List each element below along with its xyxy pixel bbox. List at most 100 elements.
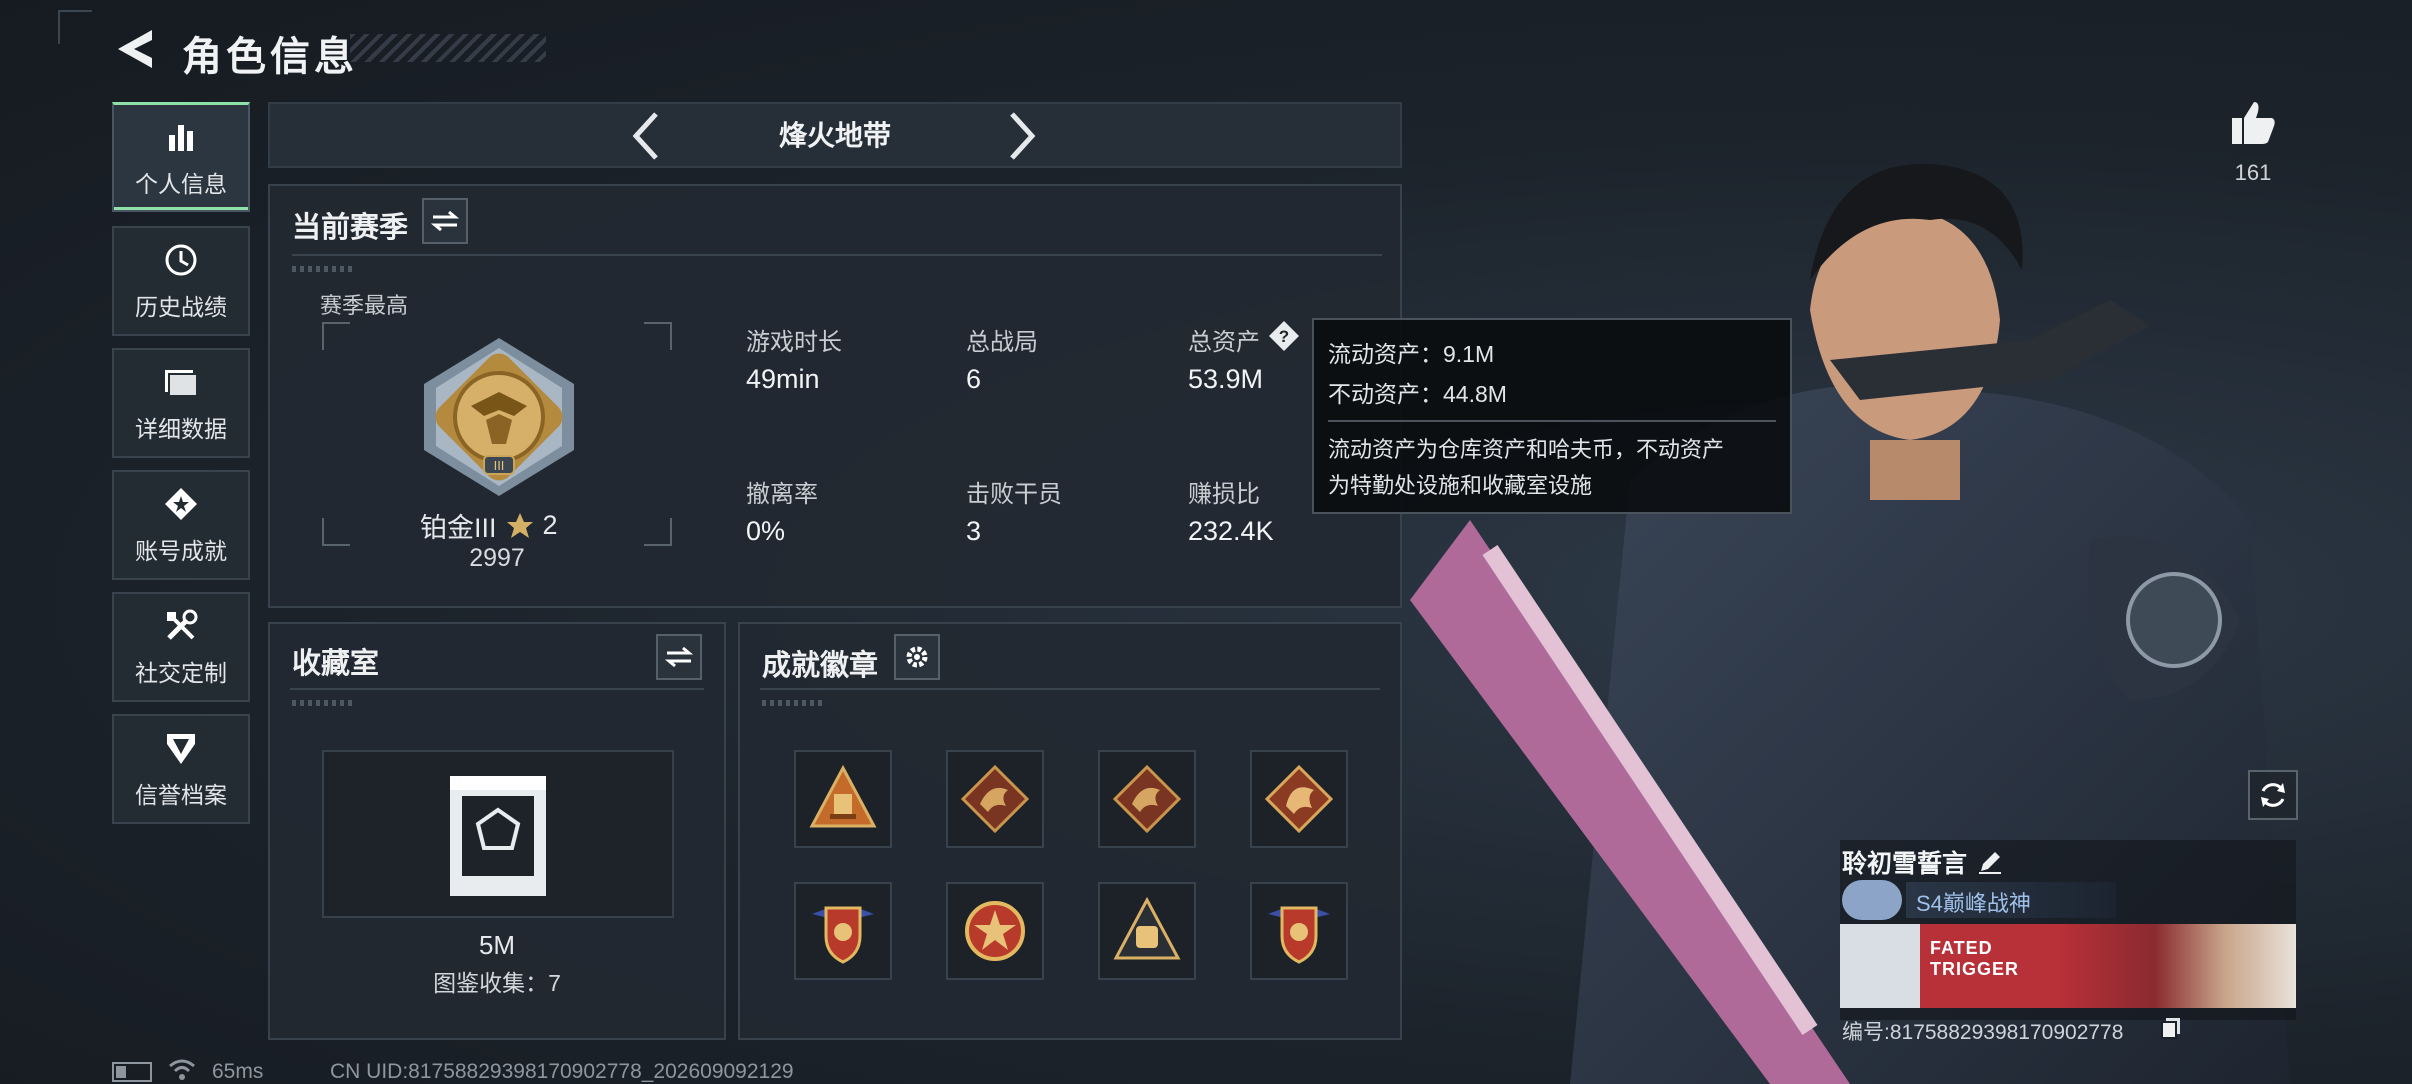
collection-value: 5M	[478, 930, 516, 960]
achievements-divider	[760, 688, 1380, 690]
dragon-badge-icon	[1264, 764, 1334, 834]
svg-text:?: ?	[1279, 327, 1289, 346]
season-title: 当前赛季	[292, 212, 409, 244]
uid-text: CN UID:8175882939817090​2778_20260909212…	[330, 1060, 794, 1083]
like-count: 161	[2234, 160, 2272, 185]
dots-decoration	[762, 700, 822, 706]
rotate-icon	[2261, 783, 2285, 807]
banner-art	[2060, 924, 2296, 1008]
player-serial: 编号:8175882939817090277​8	[1842, 1021, 2124, 1044]
tooltip-description-line: 流动资产为仓库资产和哈夫币，不动资产	[1328, 437, 1725, 462]
bar-chart-icon	[161, 117, 201, 157]
banner-text: FATED TRIGGER	[1920, 924, 2060, 1008]
rotate-view-button[interactable]	[2248, 770, 2298, 820]
battery-level	[116, 1066, 126, 1078]
like-button[interactable]	[2228, 98, 2278, 148]
bracket-corner	[322, 518, 350, 546]
copy-icon[interactable]	[2160, 1016, 2182, 1040]
stat-label: 游戏时长	[746, 329, 842, 356]
shield-wings-badge-icon	[812, 906, 874, 964]
tooltip-liquid-assets: 流动资产：9.1M	[1328, 341, 1495, 367]
sidebar-item-label: 账号成就	[135, 538, 227, 564]
sidebar-item-history[interactable]: 历史战绩	[112, 226, 250, 336]
rank-name: 铂金III	[420, 513, 497, 543]
bracket-corner	[644, 518, 672, 546]
tooltip-description-line: 为特勤处设施和收藏室设施	[1328, 473, 1593, 498]
corner-decoration	[58, 10, 92, 44]
rank-name-row: 铂金III 2	[420, 506, 558, 545]
rank-stars: 2	[542, 510, 558, 540]
star-emblem-badge-icon	[965, 901, 1025, 961]
player-title-badge: S4巅峰战神	[1906, 882, 2116, 918]
season-best-label: 赛季最高	[320, 293, 409, 318]
achievement-badge[interactable]	[1250, 882, 1348, 980]
sidebar-item-label: 个人信息	[135, 170, 227, 197]
reputation-shield-icon	[161, 728, 201, 768]
stat-label: 赚损比	[1188, 481, 1260, 508]
title-badge-icon	[1842, 880, 1902, 920]
sidebar-item-label: 详细数据	[135, 416, 227, 442]
stat-value: 0%	[746, 516, 786, 546]
collection-room-icon	[450, 776, 546, 896]
achievement-badge[interactable]	[946, 882, 1044, 980]
dragon-badge-icon	[1112, 764, 1182, 834]
page-title: 角色信息	[182, 35, 358, 79]
player-name-row: 聆初雪誓言	[1842, 844, 2003, 880]
asset-tooltip: 流动资产：9.1M 不动资产：44.8M 流动资产为仓库资产和哈夫币，不动资产 …	[1312, 318, 1792, 514]
swap-arrows-icon	[431, 210, 459, 232]
stat-value: 53.9M	[1188, 364, 1264, 394]
stat-label: 击败干员	[966, 481, 1062, 508]
stat-value: 49min	[746, 364, 820, 394]
back-button[interactable]	[112, 26, 158, 72]
stat-label: 总战局	[966, 329, 1038, 356]
tooltip-fixed-assets: 不动资产：44.8M	[1328, 381, 1507, 407]
ping-value: 65ms	[212, 1060, 264, 1083]
back-arrow-icon	[118, 30, 152, 68]
shield-wings-badge-icon	[1268, 906, 1330, 964]
thumbs-up-icon	[2232, 102, 2275, 144]
stat-value: 232.4K	[1188, 516, 1274, 546]
rank-score: 2997	[469, 544, 525, 572]
achievement-badge[interactable]	[794, 882, 892, 980]
collection-title: 收藏室	[292, 648, 380, 680]
bag-triangle-badge-icon	[1113, 896, 1181, 960]
collection-divider	[290, 688, 704, 690]
achievement-star-icon	[161, 484, 201, 524]
achievements-settings-button[interactable]	[894, 634, 940, 680]
achievement-badge[interactable]	[1250, 750, 1348, 848]
tooltip-divider	[1328, 420, 1776, 422]
achievement-badge[interactable]	[946, 750, 1044, 848]
collection-count: 图鉴收集：7	[433, 970, 561, 996]
season-divider	[292, 254, 1382, 256]
sidebar-item-reputation[interactable]: 信誉档案	[112, 714, 250, 824]
player-banner: FATED TRIGGER	[1840, 924, 2296, 1008]
edit-pencil-icon[interactable]	[1977, 849, 2003, 875]
sidebar-item-label: 历史战绩	[135, 294, 227, 320]
tools-icon	[161, 606, 201, 646]
sidebar-item-achievements[interactable]: 账号成就	[112, 470, 250, 580]
achievement-badge[interactable]	[1098, 750, 1196, 848]
swap-arrows-icon	[665, 646, 693, 668]
collection-switch-button[interactable]	[656, 634, 702, 680]
dots-decoration	[292, 266, 352, 272]
player-name: 聆初雪誓言	[1842, 850, 1968, 878]
triangle-badge-icon	[809, 764, 877, 828]
help-icon[interactable]: ?	[1268, 320, 1300, 352]
collection-preview[interactable]	[322, 750, 674, 918]
sidebar-item-label: 信誉档案	[135, 782, 227, 808]
bracket-corner	[644, 322, 672, 350]
season-switch-button[interactable]	[422, 198, 468, 244]
title-decoration	[350, 34, 546, 62]
avatar	[1840, 924, 1920, 1008]
achievement-badge[interactable]	[794, 750, 892, 848]
next-mode-button[interactable]	[996, 106, 1046, 166]
stat-label: 总资产	[1188, 329, 1260, 356]
sidebar-item-detailed-data[interactable]: 详细数据	[112, 348, 250, 458]
rank-emblem-icon: III	[416, 334, 582, 500]
history-clock-icon	[161, 240, 201, 280]
battery-icon	[112, 1062, 152, 1082]
sidebar-item-social[interactable]: 社交定制	[112, 592, 250, 702]
achievement-badge[interactable]	[1098, 882, 1196, 980]
sidebar-item-label: 社交定制	[135, 660, 227, 686]
sidebar-item-personal-info[interactable]: 个人信息	[112, 102, 250, 212]
